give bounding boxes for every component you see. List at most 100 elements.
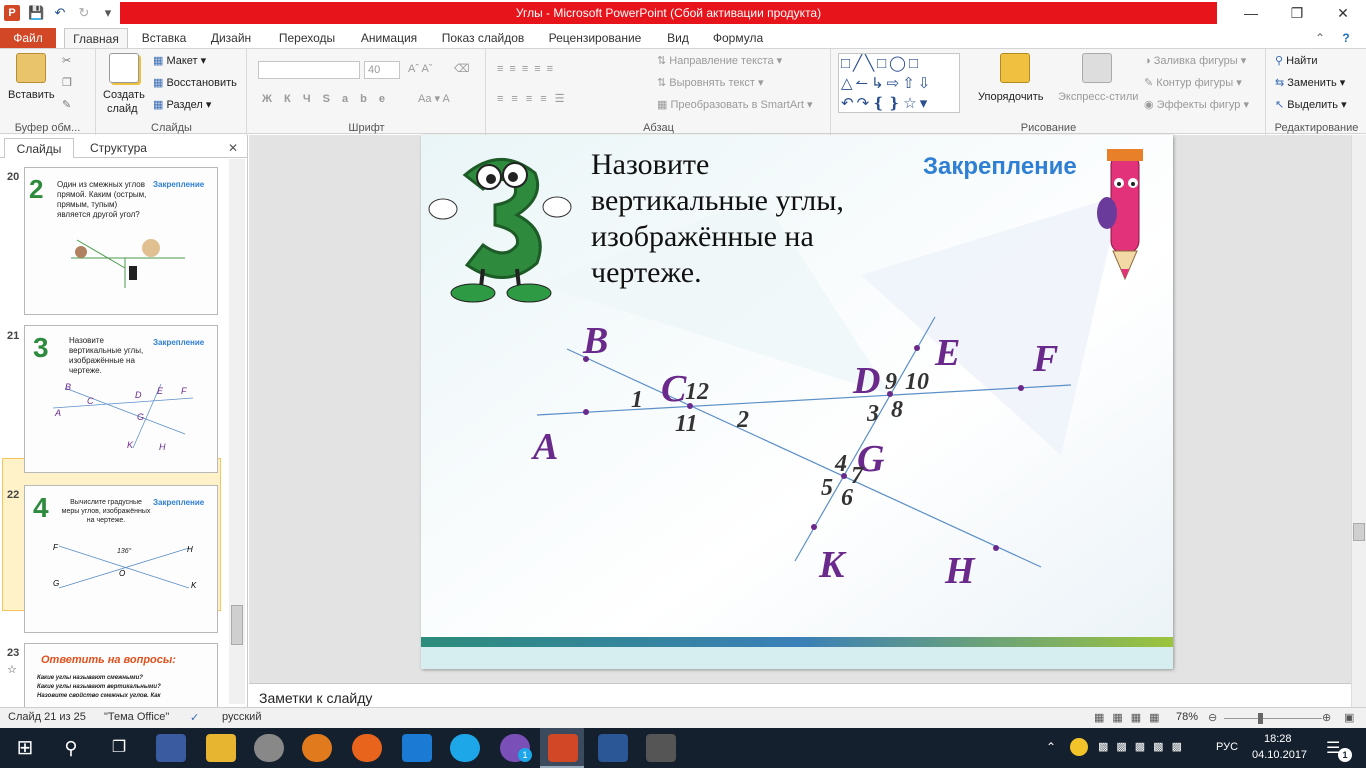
avast-icon[interactable]: [302, 734, 332, 762]
svg-text:C: C: [87, 396, 94, 406]
maximize-button[interactable]: ❐: [1274, 0, 1320, 26]
group-clipboard: Вставить ✂ ❐ ✎ Буфер обм...: [0, 49, 96, 135]
language-indicator[interactable]: русский: [222, 711, 261, 723]
shape-fill-button[interactable]: ◑ Заливка фигуры ▾: [1144, 53, 1246, 69]
file-explorer-icon[interactable]: [206, 734, 236, 762]
slide-thumbnail-22[interactable]: 4 Вычислите градусные меры углов, изобра…: [24, 485, 218, 633]
tab-view[interactable]: Вид: [658, 28, 698, 48]
media-icon[interactable]: [254, 734, 284, 762]
skype-icon[interactable]: [450, 734, 480, 762]
current-slide[interactable]: Назовите вертикальные углы, изображённые…: [421, 135, 1173, 669]
tab-home[interactable]: Главная: [64, 28, 128, 48]
clock-time[interactable]: 18:28: [1264, 733, 1292, 745]
line-af: [536, 384, 1072, 416]
redo-icon[interactable]: ↻: [76, 5, 92, 21]
align-text-button[interactable]: ⇅ Выровнять текст ▾: [657, 75, 764, 91]
close-panel-icon[interactable]: ✕: [228, 138, 238, 158]
slide-thumbnail-20[interactable]: 2 Один из смежных углов прямой. Каким (о…: [24, 167, 218, 315]
cut-icon[interactable]: ✂: [62, 53, 71, 69]
firefox-icon[interactable]: [352, 734, 382, 762]
arrange-button[interactable]: Упорядочить: [978, 89, 1043, 105]
paste-button[interactable]: Вставить: [8, 87, 55, 103]
tray-app-icon[interactable]: [1070, 738, 1088, 756]
app-save-icon[interactable]: [156, 734, 186, 762]
minimize-button[interactable]: —: [1228, 0, 1274, 26]
replace-button[interactable]: ⇆ Заменить ▾: [1275, 75, 1345, 91]
powerpoint-icon[interactable]: [548, 734, 578, 762]
tab-formula[interactable]: Формула: [706, 28, 770, 48]
tab-design[interactable]: Дизайн: [200, 28, 262, 48]
start-windows-icon[interactable]: ⊞: [10, 734, 40, 762]
spellcheck-icon[interactable]: ✓: [190, 711, 199, 724]
tab-transitions[interactable]: Переходы: [270, 28, 344, 48]
tab-file[interactable]: Файл: [0, 28, 56, 48]
font-color-icon[interactable]: Aa ▾ A: [418, 91, 450, 107]
font-name-combo[interactable]: [258, 61, 360, 79]
panel-scrollbar[interactable]: [229, 159, 245, 704]
paste-icon[interactable]: [16, 53, 46, 83]
text-direction-button[interactable]: ⇅ Направление текста ▾: [657, 53, 782, 69]
list-buttons[interactable]: ≡≡≡≡≡: [497, 61, 559, 77]
find-button[interactable]: ⚲ Найти: [1275, 53, 1318, 69]
shape-effects-button[interactable]: ◉ Эффекты фигур ▾: [1144, 97, 1249, 113]
undo-icon[interactable]: ↶: [52, 5, 68, 21]
zoom-slider-thumb[interactable]: [1258, 713, 1263, 724]
section-button[interactable]: ▦ Раздел ▾: [153, 97, 211, 113]
slide-thumbnail-21[interactable]: 3 Назовите вертикальные углы, изображённ…: [24, 325, 218, 473]
copy-icon[interactable]: ❐: [62, 75, 72, 91]
clock-date[interactable]: 04.10.2017: [1252, 749, 1307, 761]
minimize-ribbon-icon[interactable]: ⌃: [1310, 28, 1330, 48]
restore-button[interactable]: ▦ Восстановить: [153, 75, 237, 91]
zoom-in-icon[interactable]: ⊕: [1322, 711, 1331, 724]
svg-text:G: G: [137, 412, 144, 422]
clear-format-icon[interactable]: ⌫: [454, 61, 470, 77]
tab-review[interactable]: Рецензирование: [540, 28, 650, 48]
edge-icon[interactable]: [402, 734, 432, 762]
font-style-buttons[interactable]: ЖКЧSabe: [262, 91, 397, 107]
zoom-out-icon[interactable]: ⊖: [1208, 711, 1217, 724]
align-buttons[interactable]: ≡≡≡≡☰: [497, 91, 573, 107]
tray-chevron-icon[interactable]: ⌃: [1046, 740, 1056, 754]
tab-insert[interactable]: Вставка: [135, 28, 193, 48]
save-icon[interactable]: 💾: [28, 5, 44, 21]
editor-scroll-thumb[interactable]: [1353, 523, 1365, 541]
quick-styles-icon[interactable]: [1082, 53, 1112, 83]
close-button[interactable]: ✕: [1320, 0, 1366, 26]
word-icon[interactable]: [598, 734, 628, 762]
arrange-icon[interactable]: [1000, 53, 1030, 83]
input-language[interactable]: РУС: [1216, 741, 1238, 753]
select-button[interactable]: ↖ Выделить ▾: [1275, 97, 1347, 113]
zoom-slider[interactable]: [1224, 718, 1322, 719]
tab-slideshow[interactable]: Показ слайдов: [434, 28, 532, 48]
quick-styles-button[interactable]: Экспресс-стили: [1058, 89, 1138, 105]
search-icon[interactable]: ⚲: [56, 734, 86, 762]
notes-pane[interactable]: Заметки к слайду: [249, 683, 1351, 707]
shape-outline-button[interactable]: ✎ Контур фигуры ▾: [1144, 75, 1242, 91]
grow-font-icon[interactable]: Aˆ Aˇ: [408, 61, 432, 77]
new-slide-icon[interactable]: [109, 53, 139, 83]
tab-outline-panel[interactable]: Структура: [90, 138, 147, 158]
zoom-level[interactable]: 78%: [1176, 711, 1198, 723]
tab-slides-panel[interactable]: Слайды: [4, 138, 74, 158]
fit-to-window-icon[interactable]: ▣: [1344, 711, 1354, 724]
group-font: 40 Aˆ Aˇ ⌫ ЖКЧSabe Aa ▾ A Шрифт: [248, 49, 486, 135]
editor-scrollbar[interactable]: [1351, 135, 1366, 707]
smartart-button[interactable]: ▦ Преобразовать в SmartArt ▾: [657, 97, 812, 113]
panel-scroll-thumb[interactable]: [231, 605, 243, 645]
slide-thumbnail-23[interactable]: Ответить на вопросы: Какие углы называют…: [24, 643, 218, 707]
group-label-font: Шрифт: [348, 122, 385, 134]
customize-qat-icon[interactable]: ▾: [100, 5, 116, 21]
tab-animations[interactable]: Анимация: [352, 28, 426, 48]
powerpoint-logo-icon: P: [4, 5, 20, 21]
help-icon[interactable]: ?: [1336, 28, 1356, 48]
thumb-20-drawing: [71, 239, 185, 288]
layout-button[interactable]: ▦ Макет ▾: [153, 53, 206, 69]
shapes-gallery[interactable]: □╱╲□◯□ △↼↳⇨⇧⇩ ↶↷❴❵☆▾: [838, 53, 960, 113]
tray-icons[interactable]: ▩▩▩▩▩: [1098, 740, 1190, 753]
view-buttons[interactable]: ▦▦▦▦: [1094, 711, 1168, 724]
format-painter-icon[interactable]: ✎: [62, 97, 71, 113]
font-size-combo[interactable]: 40: [364, 61, 400, 79]
task-view-icon[interactable]: ❐: [104, 734, 134, 762]
calculator-icon[interactable]: [646, 734, 676, 762]
new-slide-button-line2[interactable]: слайд: [107, 101, 138, 117]
